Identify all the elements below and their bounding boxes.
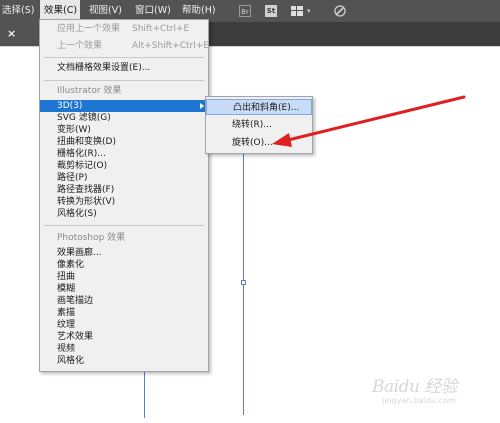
menu-item-crop-marks[interactable]: 裁剪标记(O) — [40, 160, 208, 172]
submenu-item-extrude-bevel[interactable]: 凸出和斜角(E)... — [206, 99, 312, 115]
menu-item-apply-last-effect: 应用上一个效果 Shift+Ctrl+E — [57, 24, 190, 34]
menu-item-effect-gallery[interactable]: 效果画廊... — [40, 247, 208, 259]
menu-item-blur[interactable]: 模糊 — [40, 283, 208, 295]
submenu-item-rotate[interactable]: 旋转(O)... — [206, 135, 312, 151]
menu-item-path[interactable]: 路径(P) — [40, 172, 208, 184]
menu-item-pathfinder[interactable]: 路径查找器(F) — [40, 184, 208, 196]
menu-item-3d[interactable]: 3D(3) — [40, 100, 208, 112]
submenu-arrow-icon — [200, 103, 204, 109]
chevron-down-icon[interactable]: ▾ — [307, 5, 315, 17]
menu-item-distort[interactable]: 扭曲 — [40, 271, 208, 283]
menu-item-raster-settings[interactable]: 文档栅格效果设置(E)... — [40, 62, 208, 74]
menu-item-convert-to-shape[interactable]: 转换为形状(V) — [40, 196, 208, 208]
workspace-grid-icon[interactable] — [291, 5, 303, 17]
menu-item-sketch[interactable]: 素描 — [40, 307, 208, 319]
menu-select[interactable]: 选择(S) — [2, 0, 34, 22]
bridge-icon[interactable]: Br — [239, 5, 251, 17]
menu-item-warp[interactable]: 变形(W) — [40, 124, 208, 136]
menu-item-ps-stylize[interactable]: 风格化 — [40, 355, 208, 367]
menu-item-distort-transform[interactable]: 扭曲和变换(D) — [40, 136, 208, 148]
menu-item-artistic[interactable]: 艺术效果 — [40, 331, 208, 343]
menu-item-svg-filters[interactable]: SVG 滤镜(G) — [40, 112, 208, 124]
menu-item-stylize[interactable]: 风格化(S) — [40, 208, 208, 220]
menu-separator — [44, 57, 204, 58]
baidu-watermark: Baidu 经验 jingyan.baidu.com — [372, 377, 458, 405]
gpu-brush-icon[interactable] — [333, 5, 347, 17]
stock-icon[interactable]: St — [265, 5, 277, 17]
close-icon[interactable]: × — [7, 27, 16, 40]
path-line-left[interactable] — [144, 372, 145, 418]
menu-item-pixelate[interactable]: 像素化 — [40, 259, 208, 271]
submenu-item-revolve[interactable]: 绕转(R)... — [206, 117, 312, 133]
menu-item-texture[interactable]: 纹理 — [40, 319, 208, 331]
effect-menu-dropdown: 应用上一个效果 Shift+Ctrl+E 上一个效果 Alt+Shift+Ctr… — [39, 19, 209, 372]
3d-submenu: 凸出和斜角(E)... 绕转(R)... 旋转(O)... — [205, 96, 313, 154]
menu-item-video[interactable]: 视频 — [40, 343, 208, 355]
illustrator-effects-header: Illustrator 效果 — [57, 86, 122, 96]
menu-item-last-effect: 上一个效果 Alt+Shift+Ctrl+E — [57, 41, 209, 51]
anchor-point[interactable] — [241, 280, 246, 285]
menu-separator — [44, 80, 204, 81]
menu-item-brush-strokes[interactable]: 画笔描边 — [40, 295, 208, 307]
document-tab[interactable]: × — [0, 22, 42, 46]
photoshop-effects-header: Photoshop 效果 — [57, 233, 126, 243]
menu-item-rasterize[interactable]: 栅格化(R)... — [40, 148, 208, 160]
menu-separator — [44, 225, 204, 226]
